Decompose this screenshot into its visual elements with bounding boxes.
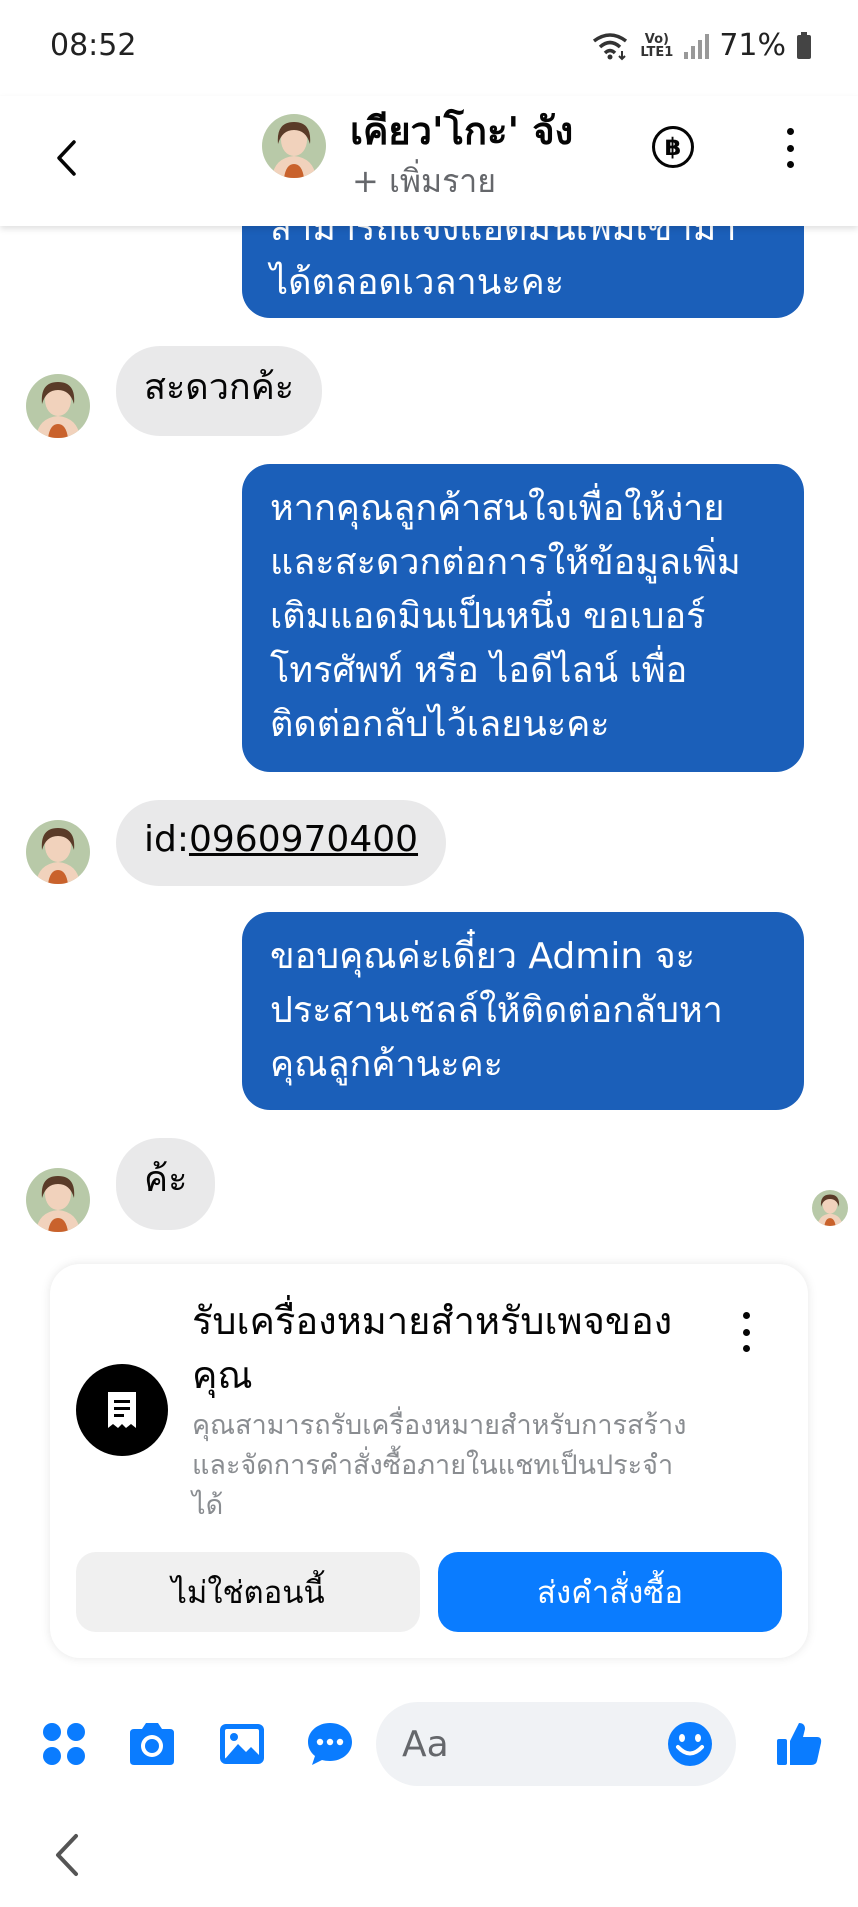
message-line: ได้ตลอดเวลานะคะ [270,262,565,303]
more-options-button[interactable] [778,124,802,172]
phone-number-link[interactable]: 0960970400 [189,819,418,860]
message-composer: Aa [0,1700,858,1790]
order-badge-card: รับเครื่องหมายสำหรับเพจของคุณ คุณสามารถร… [50,1264,808,1658]
sender-avatar[interactable] [26,374,90,438]
message-line: และสะดวกต่อการให้ข้อมูลเพิ่ม [270,542,741,583]
card-title: รับเครื่องหมายสำหรับเพจของคุณ [192,1299,673,1397]
contact-avatar[interactable] [262,114,326,178]
send-order-button[interactable]: ส่งคำสั่งซื้อ [438,1552,782,1632]
battery-percent: 71% [719,28,786,63]
message-line: ติดต่อกลับไว้เลยนะคะ [270,704,610,745]
receipt-icon [76,1364,168,1456]
add-label-link[interactable]: + เพิ่มราย [352,156,496,207]
wifi-icon [590,31,630,61]
message-line: คุณลูกค้านะคะ [270,1044,503,1085]
message-line: เติมแอดมินเป็นหนึ่ง ขอเบอร์ [270,596,706,637]
baht-icon: ฿ [664,133,682,161]
status-bar: 08:52 Vo) LTE1 71% [0,0,858,96]
lte-indicator: Vo) LTE1 [640,31,674,60]
dot [786,161,794,168]
signal-icon [683,32,710,60]
system-back-button[interactable] [52,1830,92,1880]
contact-name[interactable]: เคียว'โกะ' จัง [350,100,573,161]
thumbs-up-icon[interactable] [772,1716,828,1772]
message-input[interactable]: Aa [376,1702,736,1786]
chevron-left-icon [57,140,76,176]
camera-icon[interactable] [124,1716,180,1772]
card-more-button[interactable] [736,1312,756,1352]
message-line: ประสานเซลล์ให้ติดต่อกลับหา [270,990,723,1031]
seen-avatar [812,1190,848,1226]
payment-button[interactable]: ฿ [652,126,694,168]
gallery-icon[interactable] [214,1716,270,1772]
back-button[interactable] [46,128,86,188]
dot [742,1312,750,1319]
incoming-message[interactable]: สะดวกค้ะ [116,346,323,436]
outgoing-message[interactable]: หากคุณลูกค้าสนใจเพื่อให้ง่าย และสะดวกต่อ… [242,464,804,772]
dot [786,144,794,152]
conversation-header: เคียว'โกะ' จัง + เพิ่มราย ฿ [0,96,858,226]
message-input-placeholder: Aa [402,1724,449,1765]
dot [786,128,794,135]
status-time: 08:52 [50,28,137,63]
sender-avatar[interactable] [26,1168,90,1232]
not-now-button[interactable]: ไม่ใช่ตอนนี้ [76,1552,420,1632]
message-line: หากคุณลูกค้าสนใจเพื่อให้ง่าย [270,488,725,529]
status-icons: Vo) LTE1 71% [590,28,812,63]
message-line: โทรศัพท์ หรือ ไอดีไลน์ เพื่อ [270,650,688,691]
dot [742,1328,750,1336]
emoji-icon[interactable] [662,1716,718,1772]
outgoing-message[interactable]: ขอบคุณค่ะเดี๋ยว Admin จะ ประสานเซลล์ให้ต… [242,912,804,1110]
dot [742,1345,750,1352]
battery-icon [796,31,812,60]
chevron-left-icon [56,1834,78,1876]
message-line: ขอบคุณค่ะเดี๋ยว Admin จะ [270,936,696,977]
incoming-message[interactable]: ค้ะ [116,1138,216,1230]
incoming-message[interactable]: id:0960970400 [116,800,447,886]
message-prefix: id: [144,819,189,860]
sender-avatar[interactable] [26,820,90,884]
card-description: คุณสามารถรับเครื่องหมายสำหรับการสร้างและ… [192,1410,687,1521]
chat-bubble-icon[interactable] [302,1716,358,1772]
apps-icon[interactable] [36,1716,92,1772]
